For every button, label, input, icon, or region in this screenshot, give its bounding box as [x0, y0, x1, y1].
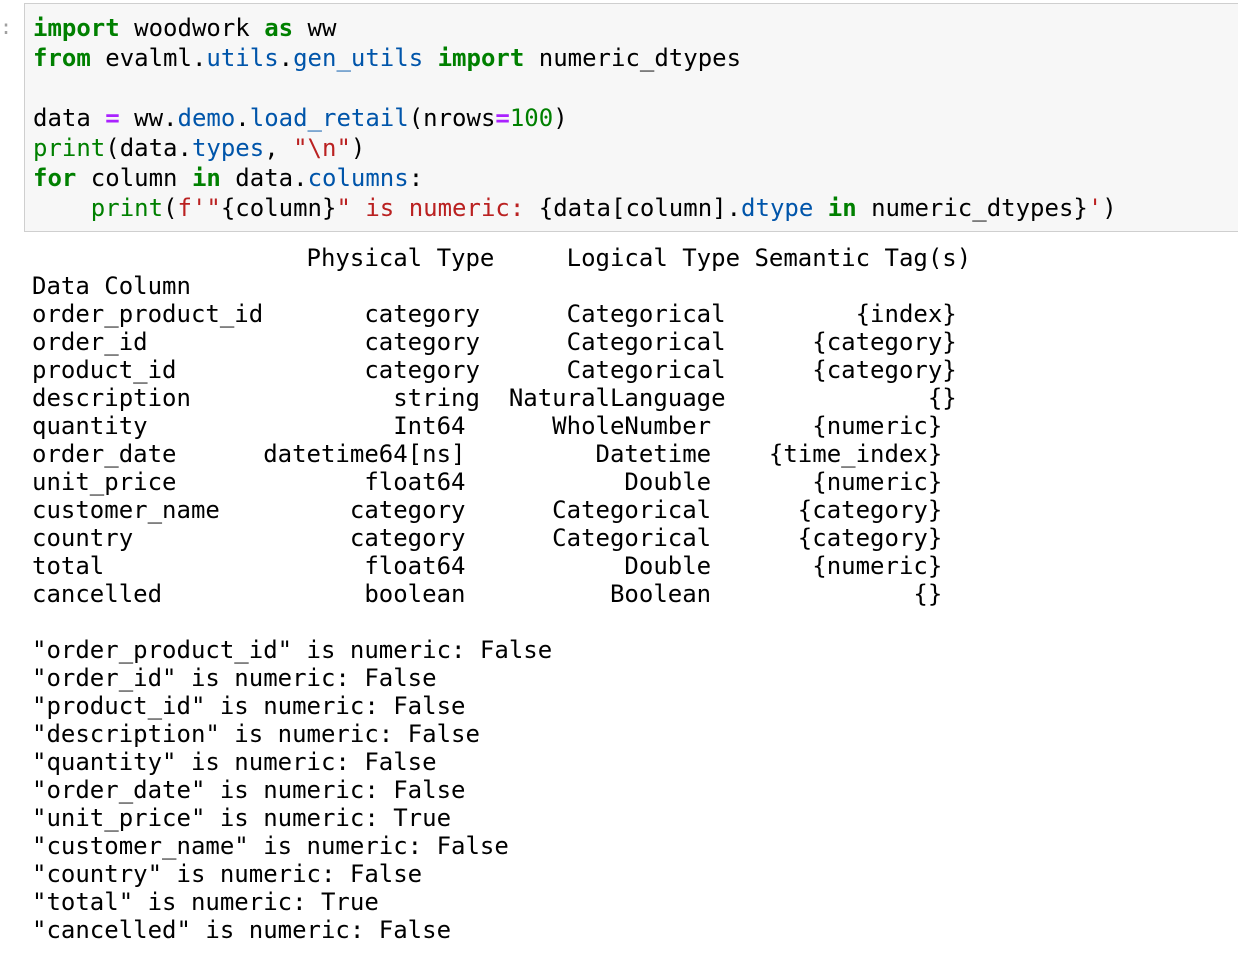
types-table-row: cancelled boolean Boolean {} [32, 580, 943, 608]
comma: , [264, 134, 294, 162]
code-line-1: import woodwork as ww [33, 13, 336, 43]
fstring-interp-dtype: {data[column]. [538, 194, 742, 222]
builtin-print: print [90, 194, 164, 222]
attribute-demo: demo [177, 104, 236, 132]
numeric-check-line: "quantity" is numeric: False [32, 748, 437, 776]
types-table-row: product_id category Categorical {categor… [32, 356, 957, 384]
module-part-c: gen_utils [293, 44, 424, 72]
code-line-2: from evalml.utils.gen_utils import numer… [33, 43, 741, 73]
call-close: ) [1102, 194, 1117, 222]
code-line-4: data = ww.demo.load_retail(nrows=100) [33, 103, 568, 133]
keyword-for: for [33, 164, 77, 192]
colon: : [408, 164, 424, 192]
number-literal: 100 [509, 104, 554, 132]
keyword-from: from [33, 44, 91, 72]
types-table-row: country category Categorical {category} [32, 524, 943, 552]
numeric-check-line: "order_product_id" is numeric: False [32, 636, 553, 664]
types-table-row: order_date datetime64[ns] Datetime {time… [32, 440, 943, 468]
string-literal: "\n" [293, 134, 351, 162]
fstring-middle: " is numeric: [336, 194, 539, 222]
dot: . [235, 104, 250, 132]
variable-data: data [33, 104, 106, 132]
keyword-import: import [437, 44, 525, 72]
keyword-in: in [191, 164, 221, 192]
code-line-5: print(data.types, "\n") [33, 133, 365, 163]
object-ww: ww. [119, 104, 178, 132]
fstring-interp-column: {column} [220, 194, 337, 222]
attribute-types: types [191, 134, 265, 162]
keyword-in: in [827, 194, 857, 222]
numeric-check-line: "customer_name" is numeric: False [32, 832, 509, 860]
types-table-index-name: Data Column [32, 272, 191, 300]
types-table-row: order_id category Categorical {category} [32, 328, 957, 356]
call-close: ) [553, 104, 568, 132]
operator-kwarg: = [495, 104, 510, 132]
keyword-as: as [264, 14, 294, 42]
code-line-7: print(f'"{column}" is numeric: {data[col… [33, 193, 1117, 223]
types-table-row: customer_name category Categorical {cate… [32, 496, 943, 524]
call-close: ) [350, 134, 366, 162]
keyword-import: import [33, 14, 120, 42]
alias-name: ww [293, 14, 337, 42]
types-table-header: Physical Type Logical Type Semantic Tag(… [32, 244, 972, 272]
types-table-row: description string NaturalLanguage {} [32, 384, 957, 412]
types-table-row: order_product_id category Categorical {i… [32, 300, 957, 328]
fstring-end: ' [1087, 194, 1103, 222]
builtin-print: print [33, 134, 106, 162]
fstring-start: f'" [177, 194, 221, 222]
fstring-interp-numeric: numeric_dtypes} [856, 194, 1088, 222]
call-open: (data. [105, 134, 192, 162]
import-name: numeric_dtypes [524, 44, 742, 72]
module-dot-2: . [278, 44, 294, 72]
numeric-check-line: "product_id" is numeric: False [32, 692, 466, 720]
code-line-6: for column in data.columns: [33, 163, 423, 193]
code-cell-editor[interactable]: import woodwork as ww from evalml.utils.… [24, 3, 1238, 232]
module-part-a: evalml [90, 44, 192, 72]
object-data: data. [220, 164, 308, 192]
cell-prompt: : [0, 15, 13, 39]
numeric-check-line: "total" is numeric: True [32, 888, 379, 916]
types-table-row: unit_price float64 Double {numeric} [32, 468, 943, 496]
call-open: (nrows [408, 104, 496, 132]
loop-variable: column [76, 164, 192, 192]
numeric-check-line: "order_date" is numeric: False [32, 776, 466, 804]
types-table-row: quantity Int64 WholeNumber {numeric} [32, 412, 943, 440]
module-name: woodwork [119, 14, 265, 42]
numeric-check-line: "unit_price" is numeric: True [32, 804, 452, 832]
numeric-check-line: "country" is numeric: False [32, 860, 423, 888]
attribute-columns: columns [307, 164, 409, 192]
types-table-row: total float64 Double {numeric} [32, 552, 943, 580]
numeric-check-line: "order_id" is numeric: False [32, 664, 437, 692]
module-dot-1: . [191, 44, 207, 72]
module-part-b: utils [206, 44, 279, 72]
attribute-dtype: dtype [741, 194, 814, 222]
numeric-check-line: "description" is numeric: False [32, 720, 480, 748]
call-open: ( [163, 194, 178, 222]
numeric-check-line: "cancelled" is numeric: False [32, 916, 452, 944]
operator-assign: = [105, 104, 120, 132]
attribute-load-retail: load_retail [249, 104, 409, 132]
